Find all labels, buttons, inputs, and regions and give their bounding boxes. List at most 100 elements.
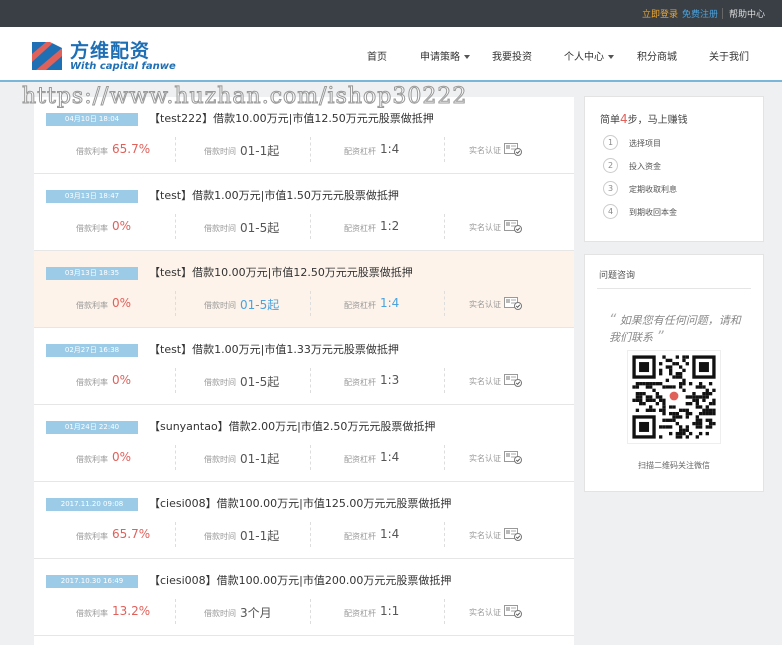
consult-quote: “ 如果您有任何问题，请和我们联系 ” — [609, 312, 749, 346]
nav-about-us-label: 关于我们 — [709, 52, 749, 63]
leverage-value: 1:3 — [380, 373, 400, 387]
rate-value: 0% — [112, 219, 132, 233]
loan-title-link[interactable]: 【test】借款1.00万元|市值1.50万元元股票做抵押 — [149, 187, 399, 203]
verify-label: 实名认证 — [469, 300, 501, 309]
divider — [175, 214, 176, 239]
loan-item[interactable]: 03月13日 18:35 【test】借款10.00万元|市值12.50万元元股票… — [34, 251, 574, 328]
steps-panel: 简单4步，马上赚钱 1 选择项目 2 投入资金 3 定期收取利息 4 到期收回本金 — [584, 96, 764, 242]
nav-points-mall[interactable]: 积分商城 — [637, 48, 677, 63]
rate-label: 借款利率 — [76, 609, 108, 618]
nav-invest[interactable]: 我要投资 — [492, 48, 532, 63]
date-badge: 03月13日 18:35 — [46, 267, 138, 280]
loan-item[interactable]: 2017.10.30 16:49 【ciesi008】借款100.00万元|市值2… — [34, 559, 574, 636]
loan-item[interactable]: 01月24日 22:40 【sunyantao】借款2.00万元|市值2.50万元… — [34, 405, 574, 482]
verify-label: 实名认证 — [469, 146, 501, 155]
divider — [444, 137, 445, 162]
loan-item[interactable]: 2017.11.20 09:08 【ciesi008】借款100.00万元|市值1… — [34, 482, 574, 559]
loan-title-link[interactable]: 【sunyantao】借款2.00万元|市值2.50万元元股票做抵押 — [149, 418, 435, 434]
date-badge: 2017.10.30 16:49 — [46, 575, 138, 588]
rate-value: 65.7% — [112, 142, 151, 156]
topbar-divider — [722, 8, 723, 19]
divider — [444, 445, 445, 470]
verify-label: 实名认证 — [469, 454, 501, 463]
date-badge: 04月10日 18:04 — [46, 113, 138, 126]
id-card-icon — [504, 451, 522, 464]
loan-title-link[interactable]: 【test】借款10.00万元|市值12.50万元元股票做抵押 — [149, 264, 413, 280]
divider — [310, 137, 311, 162]
date-badge: 2017.11.20 09:08 — [46, 498, 138, 511]
leverage-value: 1:4 — [380, 450, 400, 464]
rate-label: 借款利率 — [76, 455, 108, 464]
verify-label: 实名认证 — [469, 223, 501, 232]
divider — [175, 137, 176, 162]
term-value: 01-1起 — [240, 144, 280, 158]
leverage-label: 配资杠杆 — [344, 532, 376, 541]
leverage-value: 1:4 — [380, 296, 400, 310]
steps-count: 4 — [620, 112, 628, 126]
leverage-value: 1:4 — [380, 142, 400, 156]
rate-label: 借款利率 — [76, 301, 108, 310]
nav-apply-strategy[interactable]: 申请策略 — [420, 48, 470, 63]
term-value: 01-5起 — [240, 221, 280, 235]
loan-item[interactable]: 02月27日 16:38 【test】借款1.00万元|市值1.33万元元股票做抵… — [34, 328, 574, 405]
loan-list: 04月10日 18:04 【test222】借款10.00万元|市值12.50万元… — [34, 97, 574, 645]
loan-item[interactable]: 03月13日 18:47 【test】借款1.00万元|市值1.50万元元股票做抵… — [34, 174, 574, 251]
loan-title-link[interactable]: 【ciesi008】借款100.00万元|市值125.00万元元股票做抵押 — [149, 495, 451, 511]
logo-subtext: With capital fanwe — [70, 61, 176, 72]
qr-caption: 扫描二维码关注微信 — [638, 461, 710, 470]
divider — [310, 214, 311, 239]
term-label: 借款时间 — [204, 378, 236, 387]
steps-title-pre: 简单 — [600, 115, 620, 126]
logo-text[interactable]: 方维配资 — [70, 36, 150, 63]
nav-home[interactable]: 首页 — [367, 48, 387, 63]
consult-panel: 问题咨询 “ 如果您有任何问题，请和我们联系 ” 扫描二维码关注微信 — [584, 254, 764, 492]
term-value: 01-1起 — [240, 529, 280, 543]
divider — [175, 291, 176, 316]
divider — [175, 445, 176, 470]
leverage-value: 1:4 — [380, 527, 400, 541]
id-card-icon — [504, 143, 522, 156]
quote-close-icon: ” — [656, 329, 664, 345]
divider — [175, 368, 176, 393]
consult-quote-text: 如果您有任何问题，请和我们联系 — [609, 314, 741, 344]
divider — [175, 599, 176, 624]
login-link[interactable]: 立即登录 — [642, 7, 678, 20]
divider — [175, 522, 176, 547]
leverage-value: 1:2 — [380, 219, 400, 233]
loan-title-link[interactable]: 【test222】借款10.00万元|市值12.50万元元股票做抵押 — [149, 110, 434, 126]
step-number: 1 — [603, 135, 618, 150]
divider — [444, 599, 445, 624]
help-center-link[interactable]: 帮助中心 — [729, 7, 765, 20]
verify-label: 实名认证 — [469, 377, 501, 386]
wechat-qr-code — [627, 350, 721, 444]
id-card-icon — [504, 297, 522, 310]
nav-user-center-label: 个人中心 — [564, 52, 604, 63]
nav-points-mall-label: 积分商城 — [637, 52, 677, 63]
leverage-label: 配资杠杆 — [344, 301, 376, 310]
term-label: 借款时间 — [204, 301, 236, 310]
watermark-text: https://www.huzhan.com/ishop30222 — [21, 84, 468, 110]
divider — [444, 368, 445, 393]
id-card-icon — [504, 374, 522, 387]
verify-label: 实名认证 — [469, 608, 501, 617]
steps-title: 简单4步，马上赚钱 — [600, 111, 688, 126]
loan-title-link[interactable]: 【test】借款1.00万元|市值1.33万元元股票做抵押 — [149, 341, 399, 357]
rate-label: 借款利率 — [76, 147, 108, 156]
steps-title-post: 步，马上赚钱 — [627, 115, 688, 126]
divider — [444, 522, 445, 547]
step-label: 选择项目 — [629, 139, 661, 148]
leverage-label: 配资杠杆 — [344, 224, 376, 233]
id-card-icon — [504, 605, 522, 618]
nav-about-us[interactable]: 关于我们 — [709, 48, 749, 63]
logo-icon[interactable] — [32, 40, 64, 70]
nav-user-center[interactable]: 个人中心 — [564, 48, 614, 63]
rate-label: 借款利率 — [76, 378, 108, 387]
term-label: 借款时间 — [204, 224, 236, 233]
register-link[interactable]: 免费注册 — [682, 7, 718, 20]
chevron-down-icon — [464, 55, 470, 59]
id-card-icon — [504, 220, 522, 233]
nav-apply-strategy-label: 申请策略 — [420, 52, 460, 63]
divider — [597, 288, 751, 289]
loan-title-link[interactable]: 【ciesi008】借款100.00万元|市值200.00万元元股票做抵押 — [149, 572, 451, 588]
divider — [310, 599, 311, 624]
